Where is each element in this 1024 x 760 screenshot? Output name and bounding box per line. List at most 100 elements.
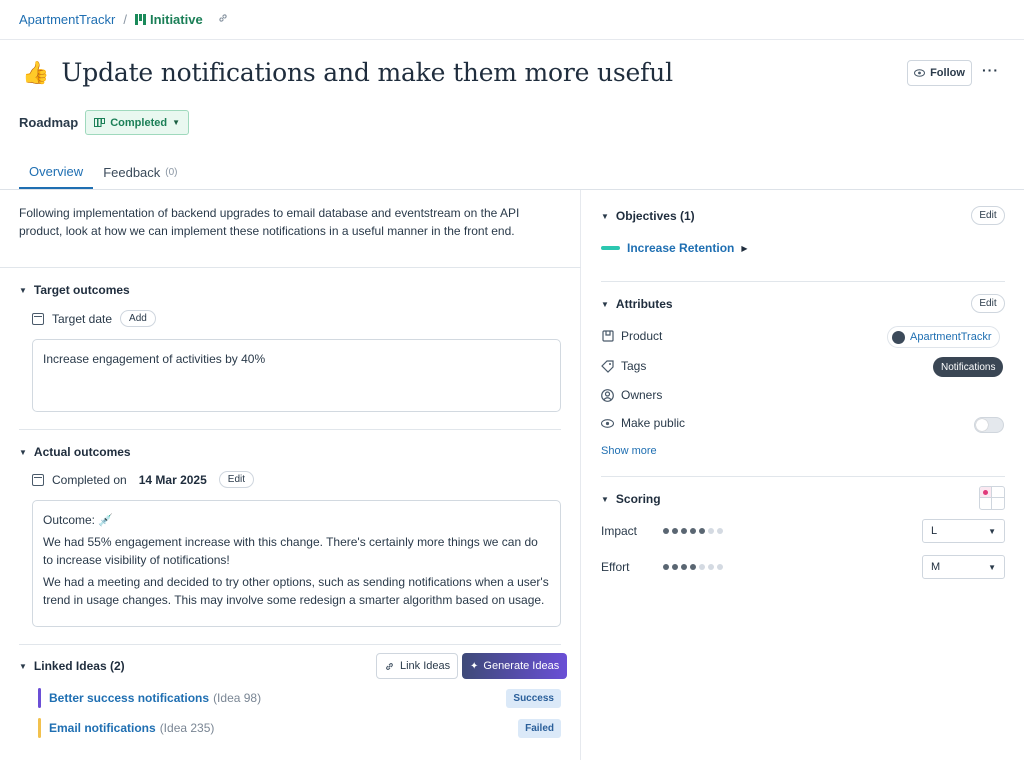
divider	[0, 267, 581, 268]
outcome-heading-line: Outcome: 💉	[43, 511, 550, 529]
roadmap-row: Roadmap Completed ▼	[19, 110, 189, 135]
add-target-date-button[interactable]: Add	[120, 310, 156, 327]
attributes-toggle[interactable]: ▼ Attributes	[601, 297, 673, 311]
completed-label: Completed on	[52, 472, 127, 487]
rating-dot[interactable]	[717, 564, 723, 570]
effort-row: Effort M ▼	[601, 555, 1005, 579]
rating-dot[interactable]	[672, 564, 678, 570]
make-public-toggle[interactable]	[974, 417, 1004, 433]
sparkle-icon: ✦	[470, 660, 479, 672]
tab-feedback[interactable]: Feedback (0)	[93, 155, 187, 189]
linked-ideas-toggle[interactable]: ▼ Linked Ideas (2)	[19, 659, 125, 673]
breadcrumb-workspace[interactable]: ApartmentTrackr	[19, 12, 115, 27]
rating-dot[interactable]	[690, 564, 696, 570]
make-public-label: Make public	[621, 416, 686, 430]
rating-dot[interactable]	[717, 528, 723, 534]
impact-row: Impact L ▼	[601, 519, 1005, 543]
product-chip[interactable]: ApartmentTrackr	[887, 326, 1000, 348]
linked-idea-item[interactable]: Email notifications (Idea 235) Failed	[38, 718, 561, 738]
target-outcomes-toggle[interactable]: ▼ Target outcomes	[19, 283, 130, 297]
edit-attributes-button[interactable]: Edit	[971, 294, 1005, 313]
idea-title[interactable]: Better success notifications	[49, 691, 209, 705]
rating-dot[interactable]	[663, 528, 669, 534]
idea-title[interactable]: Email notifications	[49, 721, 156, 735]
scoring-matrix-icon[interactable]	[979, 486, 1005, 510]
rating-dot[interactable]	[663, 564, 669, 570]
actual-outcome-field[interactable]: Outcome: 💉 We had 55% engagement increas…	[32, 500, 561, 627]
objective-color-bar	[601, 246, 620, 250]
attribute-owners: Owners	[601, 388, 662, 402]
generate-ideas-button[interactable]: ✦ Generate Ideas	[462, 653, 568, 679]
triangle-down-icon: ▼	[601, 211, 609, 221]
breadcrumb-type[interactable]: Initiative	[134, 12, 203, 27]
target-outcome-text: Increase engagement of activities by 40%	[43, 352, 266, 366]
rating-dot[interactable]	[672, 528, 678, 534]
rating-dot[interactable]	[699, 564, 705, 570]
target-outcome-field[interactable]: Increase engagement of activities by 40%	[32, 339, 561, 412]
page-title[interactable]: Update notifications and make them more …	[61, 58, 673, 87]
idea-color-bar	[38, 718, 41, 738]
eye-icon	[601, 417, 614, 430]
tab-feedback-count: (0)	[165, 166, 178, 178]
copy-link-icon[interactable]	[217, 12, 229, 27]
actual-outcomes-heading: Actual outcomes	[33, 445, 131, 459]
linked-idea-item[interactable]: Better success notifications (Idea 98) S…	[38, 688, 561, 708]
rating-dot[interactable]	[690, 528, 696, 534]
rating-dot[interactable]	[708, 564, 714, 570]
link-icon	[386, 662, 393, 670]
objectives-heading: Objectives (1)	[615, 209, 695, 223]
triangle-down-icon: ▼	[19, 285, 27, 295]
outcome-emoji: 💉	[98, 513, 114, 527]
objectives-toggle[interactable]: ▼ Objectives (1)	[601, 209, 695, 223]
outcome-paragraph-2: We had a meeting and decided to try othe…	[43, 575, 549, 607]
matrix-cell	[992, 498, 1004, 509]
show-more-link[interactable]: Show more	[601, 445, 657, 457]
link-ideas-button[interactable]: Link Ideas	[376, 653, 459, 679]
effort-value: M	[931, 561, 941, 573]
divider	[19, 429, 561, 430]
attribute-product: Product	[601, 329, 662, 343]
objective-item[interactable]: Increase Retention ▶	[601, 241, 748, 255]
attribute-tags: Tags	[601, 359, 646, 373]
rating-dot[interactable]	[681, 564, 687, 570]
outcome-label: Outcome:	[43, 513, 96, 527]
scoring-toggle[interactable]: ▼ Scoring	[601, 492, 661, 506]
breadcrumb: ApartmentTrackr / Initiative	[0, 0, 1024, 40]
user-icon	[601, 388, 614, 402]
attributes-heading: Attributes	[615, 297, 673, 311]
impact-dots[interactable]	[663, 528, 723, 534]
rating-dot[interactable]	[699, 528, 705, 534]
target-outcomes-heading: Target outcomes	[33, 283, 130, 297]
tag-chip[interactable]: Notifications	[933, 357, 1004, 377]
tab-bar: Overview Feedback (0)	[19, 155, 188, 189]
effort-label: Effort	[601, 560, 630, 574]
tab-overview[interactable]: Overview	[19, 155, 94, 189]
more-options-button[interactable]: ···	[982, 62, 999, 78]
impact-value: L	[931, 525, 938, 537]
chevron-down-icon: ▼	[988, 526, 996, 536]
owners-label[interactable]: Owners	[621, 388, 662, 402]
target-date-label: Target date	[52, 311, 113, 326]
effort-dots[interactable]	[663, 564, 723, 570]
completed-date: 14 Mar 2025	[138, 472, 207, 487]
rating-dot[interactable]	[681, 528, 687, 534]
triangle-down-icon: ▼	[19, 447, 27, 457]
edit-completed-date-button[interactable]: Edit	[218, 471, 255, 488]
linked-ideas-heading: Linked Ideas (2)	[33, 659, 125, 673]
tab-overview-label: Overview	[29, 163, 84, 179]
attribute-make-public: Make public	[601, 416, 685, 430]
outcome-paragraph-1: We had 55% engagement increase with this…	[43, 535, 538, 567]
effort-select[interactable]: M ▼	[922, 555, 1005, 579]
idea-status-badge: Failed	[518, 718, 561, 738]
divider	[19, 644, 561, 645]
impact-select[interactable]: L ▼	[922, 519, 1005, 543]
status-dropdown[interactable]: Completed ▼	[85, 110, 189, 135]
breadcrumb-type-label: Initiative	[149, 12, 203, 27]
rating-dot[interactable]	[708, 528, 714, 534]
actual-outcomes-toggle[interactable]: ▼ Actual outcomes	[19, 445, 131, 459]
follow-button[interactable]: Follow	[907, 60, 972, 86]
initiative-description[interactable]: Following implementation of backend upgr…	[19, 204, 559, 240]
follow-label: Follow	[930, 67, 965, 79]
edit-objectives-button[interactable]: Edit	[971, 206, 1005, 225]
title-emoji[interactable]: 👍	[22, 60, 49, 86]
